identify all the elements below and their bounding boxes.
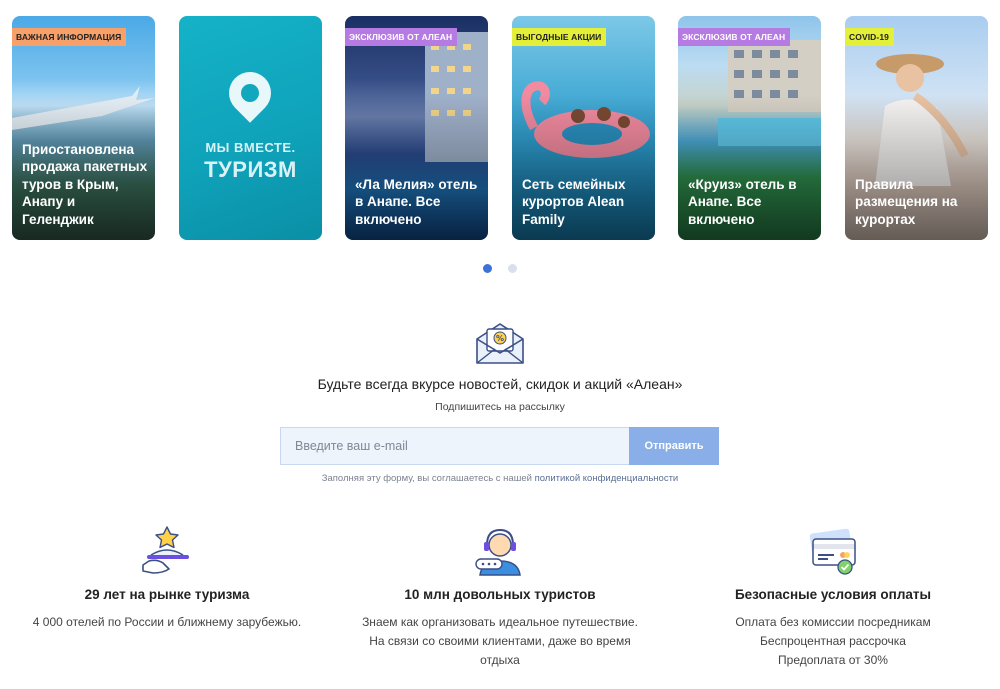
support-operator-icon: [475, 528, 521, 576]
serving-tray-star-icon: [142, 526, 189, 574]
story-badge: Эксклюзив от Алеан: [678, 28, 791, 46]
stories-carousel: Важная информация Приостановлена продажа…: [12, 16, 988, 240]
send-button[interactable]: Отправить: [629, 427, 719, 465]
story-badge: Эксклюзив от Алеан: [345, 28, 458, 46]
story-title: «Ла Мелия» отель в Анапе. Все включено: [355, 176, 478, 227]
story-title: Приостановлена продажа пакетных туров в …: [22, 141, 148, 227]
subscribe-subtitle: Подпишитесь на рассылку: [435, 401, 565, 413]
story-title: Сеть семейных курортов Alean Family: [522, 176, 626, 227]
feature-description: Оплата без комиссии посредникам Беспроце…: [735, 615, 931, 667]
subscribe-form: Отправить: [280, 427, 719, 465]
story-title: Правила размещения на курортах: [855, 176, 958, 227]
consent-note: Заполняя эту форму, вы соглашаетесь с на…: [0, 473, 1000, 484]
story-card-kruiz[interactable]: Эксклюзив от Алеан «Круиз» отель в Анапе…: [678, 16, 821, 240]
story-badge: Выгодные акции: [512, 28, 607, 46]
story-card-la-melia[interactable]: Эксклюзив от Алеан «Ла Мелия» отель в Ан…: [345, 16, 488, 240]
privacy-policy-link[interactable]: политикой конфиденциальности: [535, 473, 679, 484]
feature-tourists: 10 млн довольных туристов Знаем как орга…: [333, 525, 667, 670]
story-card-covid[interactable]: Covid-19 Правила размещения на курортах: [845, 16, 988, 240]
consent-text: Заполняя эту форму, вы соглашаетесь с на…: [321, 473, 535, 484]
story-card-alean-family[interactable]: Выгодные акции Сеть семейных курортов Al…: [512, 16, 655, 240]
story-card-image: [179, 16, 322, 240]
carousel-dot-active[interactable]: [483, 264, 492, 273]
story-badge: Covid-19: [845, 28, 895, 46]
brand-logo: МЫ ВМЕСТЕ. ТУРИЗМ: [204, 140, 297, 182]
feature-title: Безопасные условия оплаты: [734, 587, 932, 602]
feature-title: 29 лет на рынке туризма: [84, 587, 250, 602]
secure-payment-card-icon: [809, 528, 856, 575]
feature-payment: Безопасные условия оплаты Оплата без ком…: [666, 525, 1000, 670]
feature-description: 4 000 отелей по России и ближнему зарубе…: [32, 615, 302, 629]
carousel-dot[interactable]: [508, 264, 517, 273]
envelope-percent-icon: %: [476, 323, 524, 364]
story-title: «Круиз» отель в Анапе. Все включено: [688, 176, 797, 227]
feature-title: 10 млн довольных туристов: [404, 587, 596, 602]
svg-text:%: %: [496, 334, 504, 343]
story-card-together-tourism[interactable]: МЫ ВМЕСТЕ. ТУРИЗМ: [179, 16, 322, 240]
story-badge: Важная информация: [12, 28, 127, 46]
story-card-important-info[interactable]: Важная информация Приостановлена продажа…: [12, 16, 155, 240]
feature-description: Знаем как организовать идеальное путешес…: [362, 615, 638, 667]
carousel-pagination: [0, 264, 1000, 274]
email-input[interactable]: [280, 427, 629, 465]
subscribe-title: Будьте всегда вкурсе новостей, скидок и …: [317, 376, 683, 392]
feature-experience: 29 лет на рынке туризма 4 000 отелей по …: [0, 525, 334, 632]
